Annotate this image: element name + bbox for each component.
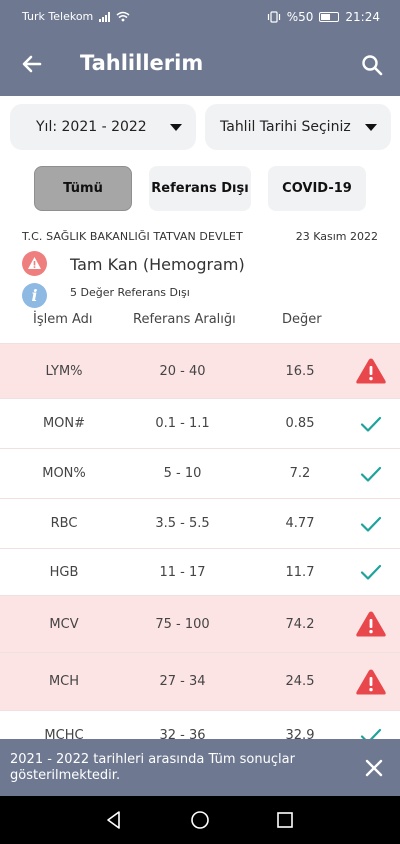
- warning-triangle-icon: [354, 609, 388, 639]
- test-name: Tam Kan (Hemogram): [70, 255, 245, 274]
- back-arrow-icon[interactable]: [20, 52, 44, 76]
- snackbar-message: 2021 - 2022 tarihleri arasında Tüm sonuç…: [10, 751, 295, 783]
- caret-down-icon: [170, 124, 182, 131]
- row-value: 7.2: [289, 466, 311, 481]
- checkmark-icon: [354, 557, 388, 587]
- search-icon[interactable]: [360, 53, 384, 77]
- nav-home-icon[interactable]: [190, 810, 210, 830]
- warning-icon: [22, 251, 47, 276]
- column-header-name: İşlem Adı: [33, 312, 93, 327]
- tab-covid-19[interactable]: COVID-19: [268, 166, 366, 211]
- checkmark-icon: [354, 509, 388, 539]
- app-bar: Tahlillerim: [0, 33, 400, 96]
- system-nav-bar: [0, 796, 400, 844]
- table-row[interactable]: MCV 75 - 100 74.2: [0, 595, 400, 652]
- row-reference-range: 11 - 17: [159, 564, 206, 580]
- row-value: 24.5: [285, 674, 315, 689]
- close-icon[interactable]: [364, 758, 384, 778]
- row-value: 4.77: [285, 516, 315, 531]
- snackbar: 2021 - 2022 tarihleri arasında Tüm sonuç…: [0, 739, 400, 796]
- row-test-name: MCH: [48, 674, 80, 689]
- column-header-value: Değer: [282, 312, 322, 327]
- status-bar: Turk Telekom %50 21:24: [0, 0, 400, 33]
- column-header-reference: Referans Aralığı: [133, 312, 236, 327]
- checkmark-icon: [354, 459, 388, 489]
- row-reference-range: 5 - 10: [163, 466, 202, 481]
- signal-icon: [99, 11, 111, 22]
- wifi-icon: [116, 11, 130, 22]
- table-row[interactable]: HGB 11 - 17 11.7: [0, 548, 400, 595]
- date-dropdown[interactable]: Tahlil Tarihi Seçiniz: [205, 104, 391, 150]
- tab-all[interactable]: Tümü: [34, 166, 132, 211]
- date-dropdown-label: Tahlil Tarihi Seçiniz: [220, 119, 351, 135]
- nav-recents-icon[interactable]: [275, 810, 295, 830]
- row-value: 74.2: [285, 616, 315, 632]
- row-value: 11.7: [285, 564, 315, 580]
- vibrate-icon: [267, 10, 280, 23]
- row-test-name: MCV: [49, 616, 79, 632]
- row-test-name: HGB: [49, 564, 79, 580]
- row-value: 16.5: [285, 363, 315, 379]
- warning-triangle-icon: [354, 667, 388, 697]
- page-title: Tahlillerim: [80, 51, 204, 75]
- clock: 21:24: [345, 9, 380, 24]
- caret-down-icon: [365, 124, 377, 131]
- year-dropdown-label: Yıl: 2021 - 2022: [36, 119, 147, 135]
- row-reference-range: 75 - 100: [155, 616, 210, 632]
- year-dropdown[interactable]: Yıl: 2021 - 2022: [10, 104, 196, 150]
- hospital-name: T.C. SAĞLIK BAKANLIĞI TATVAN DEVLET: [22, 230, 243, 243]
- tab-out-of-range[interactable]: Referans Dışı: [149, 166, 251, 211]
- row-reference-range: 27 - 34: [159, 674, 206, 689]
- table-row[interactable]: MON# 0.1 - 1.1 0.85: [0, 398, 400, 448]
- result-tabs: Tümü Referans Dışı COVID-19: [0, 166, 400, 211]
- row-test-name: MON#: [42, 416, 86, 431]
- carrier-name: Turk Telekom: [22, 10, 94, 23]
- warning-triangle-icon: [354, 356, 388, 386]
- row-reference-range: 0.1 - 1.1: [155, 416, 210, 431]
- table-row[interactable]: MON% 5 - 10 7.2: [0, 448, 400, 498]
- nav-back-icon[interactable]: [104, 810, 124, 830]
- battery-icon: [319, 11, 340, 22]
- out-of-range-count: 5 Değer Referans Dışı: [70, 286, 190, 299]
- table-row[interactable]: LYM% 20 - 40 16.5: [0, 343, 400, 398]
- info-icon: i: [22, 283, 47, 308]
- row-reference-range: 3.5 - 5.5: [155, 516, 210, 531]
- table-row[interactable]: RBC 3.5 - 5.5 4.77: [0, 498, 400, 548]
- results-table: LYM% 20 - 40 16.5 MON# 0.1 - 1.1 0.85 MON% 5 …: [0, 343, 400, 760]
- checkmark-icon: [354, 409, 388, 439]
- table-row[interactable]: MCH 27 - 34 24.5: [0, 652, 400, 710]
- row-test-name: LYM%: [45, 363, 83, 379]
- filter-bar: Yıl: 2021 - 2022 Tahlil Tarihi Seçiniz: [0, 104, 400, 150]
- report-date: 23 Kasım 2022: [295, 230, 378, 243]
- row-reference-range: 20 - 40: [159, 363, 206, 379]
- row-value: 0.85: [285, 416, 315, 431]
- row-test-name: RBC: [50, 516, 78, 531]
- battery-percent: %50: [286, 9, 314, 24]
- row-test-name: MON%: [42, 466, 86, 481]
